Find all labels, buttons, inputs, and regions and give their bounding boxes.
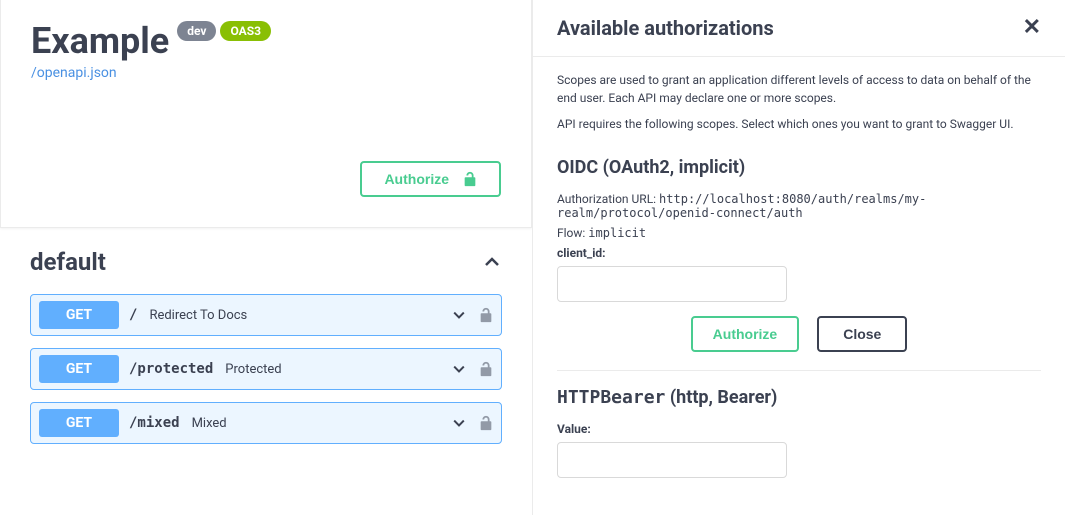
- scope-description: Scopes are used to grant an application …: [557, 71, 1041, 107]
- lock-icon[interactable]: [479, 361, 493, 377]
- operation-row[interactable]: GET /protected Protected: [30, 348, 502, 390]
- dialog-body: Scopes are used to grant an application …: [533, 57, 1065, 515]
- lock-icon[interactable]: [479, 415, 493, 431]
- dialog-title: Available authorizations: [557, 16, 774, 40]
- oidc-type: (OAuth2, implicit): [598, 157, 745, 178]
- auth-url-label: Authorization URL:: [557, 192, 659, 206]
- client-id-input[interactable]: [557, 266, 787, 302]
- client-id-label: client_id:: [557, 246, 1041, 260]
- close-icon[interactable]: ✕: [1023, 17, 1041, 39]
- oidc-close-button[interactable]: Close: [817, 316, 907, 352]
- method-badge: GET: [39, 409, 119, 437]
- tag-name: default: [30, 248, 106, 276]
- oidc-name: OIDC: [557, 157, 598, 178]
- scope-description-2: API requires the following scopes. Selec…: [557, 115, 1041, 133]
- spec-link[interactable]: /openapi.json: [31, 65, 117, 81]
- operations-list: GET / Redirect To Docs GET /protected Pr…: [30, 294, 502, 444]
- bearer-heading: HTTPBearer (http, Bearer): [557, 387, 1041, 408]
- oidc-auth-block: OIDC (OAuth2, implicit) Authorization UR…: [557, 141, 1041, 371]
- info-card: Example dev OAS3 /openapi.json Authorize: [0, 0, 532, 228]
- operation-summary: Mixed: [192, 416, 227, 431]
- chevron-down-icon: [451, 415, 467, 431]
- flow-value: implicit: [588, 226, 646, 240]
- operation-controls: [451, 307, 493, 323]
- lock-icon[interactable]: [479, 307, 493, 323]
- chevron-down-icon: [451, 307, 467, 323]
- operations-section: default GET / Redirect To Docs GET /prot…: [0, 228, 532, 444]
- operation-path: /: [129, 307, 137, 323]
- oas-badge: OAS3: [220, 21, 271, 41]
- main-panel: Example dev OAS3 /openapi.json Authorize…: [0, 0, 532, 456]
- bearer-name: HTTPBearer: [557, 387, 665, 408]
- chevron-up-icon: [482, 252, 502, 272]
- method-badge: GET: [39, 355, 119, 383]
- flow-row: Flow: implicit: [557, 226, 1041, 240]
- version-badge: dev: [177, 21, 216, 41]
- dialog-header: Available authorizations ✕: [533, 0, 1065, 57]
- chevron-down-icon: [451, 361, 467, 377]
- operation-summary: Protected: [225, 362, 281, 377]
- operation-controls: [451, 361, 493, 377]
- flow-label: Flow:: [557, 226, 588, 240]
- oidc-heading: OIDC (OAuth2, implicit): [557, 157, 1041, 178]
- operation-summary: Redirect To Docs: [149, 308, 247, 323]
- authorizations-dialog: Available authorizations ✕ Scopes are us…: [532, 0, 1065, 515]
- operation-controls: [451, 415, 493, 431]
- authorize-button-label: Authorize: [384, 171, 449, 187]
- bearer-value-input[interactable]: [557, 442, 787, 478]
- bearer-type: (http, Bearer): [665, 387, 777, 408]
- method-badge: GET: [39, 301, 119, 329]
- api-title: Example: [31, 20, 169, 62]
- bearer-value-label: Value:: [557, 422, 1041, 436]
- authorize-wrap: Authorize: [31, 161, 501, 197]
- lock-open-icon: [463, 171, 477, 187]
- operation-path: /mixed: [129, 415, 180, 431]
- auth-url-row: Authorization URL: http://localhost:8080…: [557, 192, 1041, 220]
- bearer-auth-block: HTTPBearer (http, Bearer) Value:: [557, 371, 1041, 510]
- oidc-actions: Authorize Close: [557, 316, 1041, 352]
- operation-row[interactable]: GET / Redirect To Docs: [30, 294, 502, 336]
- authorize-button[interactable]: Authorize: [360, 161, 501, 197]
- operation-row[interactable]: GET /mixed Mixed: [30, 402, 502, 444]
- oidc-authorize-button[interactable]: Authorize: [691, 316, 800, 352]
- title-row: Example dev OAS3: [31, 20, 501, 62]
- tag-header[interactable]: default: [30, 248, 502, 282]
- operation-path: /protected: [129, 361, 213, 377]
